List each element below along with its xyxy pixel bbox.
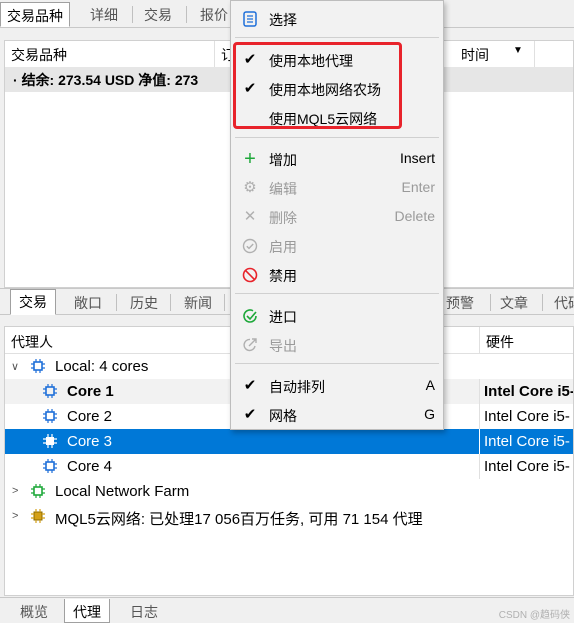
menu-item-label: 选择: [269, 12, 297, 28]
core-hardware: Intel Core i5-: [479, 429, 573, 454]
core-name: Core 2: [67, 408, 113, 425]
core-name: Core 3: [67, 433, 113, 450]
chevron-down-icon[interactable]: ∨: [11, 360, 19, 373]
menu-item-label: 禁用: [269, 268, 297, 284]
prohibited-icon: [242, 267, 258, 283]
cpu-chip-gold-icon: [31, 509, 45, 523]
tree-node-core-4[interactable]: Core 4 Intel Core i5-: [5, 454, 573, 479]
chevron-right-icon[interactable]: >: [12, 485, 18, 497]
menu-item-label: 自动排列: [269, 379, 325, 395]
bullet-icon: ·: [13, 72, 18, 88]
menu-item-label: 网格: [269, 408, 297, 424]
menu-divider: [235, 137, 439, 138]
menu-item-label: 增加: [269, 152, 297, 168]
tab-divider: [132, 6, 133, 23]
tab-trade[interactable]: 交易: [138, 2, 178, 27]
menu-item-shortcut: Delete: [394, 208, 435, 224]
checkmark-icon: ✔: [243, 377, 257, 394]
tree-node-cloud[interactable]: > MQL5云网络: 已处理17 056百万任务, 可用 71 154 代理: [5, 504, 573, 529]
tab-divider: [490, 294, 491, 311]
menu-item-edit[interactable]: ⚙ 编辑 Enter: [231, 174, 443, 201]
tab-quotes[interactable]: 报价: [194, 2, 234, 27]
menu-item-grid[interactable]: ✔ 网格 G: [231, 401, 443, 428]
menu-item-disable[interactable]: 禁用: [231, 261, 443, 288]
menu-item-shortcut: A: [425, 377, 435, 393]
column-header-time[interactable]: 时间 ▼: [455, 41, 535, 67]
plus-icon: +: [244, 148, 256, 170]
tab-symbols[interactable]: 交易品种: [0, 2, 70, 27]
core-name: Core 1: [67, 383, 114, 400]
tree-node-local-label: Local: 4 cores: [55, 358, 149, 375]
core-name: Core 4: [67, 458, 113, 475]
tab-details[interactable]: 详细: [84, 2, 124, 27]
column-header-time-label: 时间: [461, 47, 489, 63]
cpu-chip-icon: [43, 434, 57, 448]
menu-item-auto-arrange[interactable]: ✔ 自动排列 A: [231, 372, 443, 399]
cpu-chip-blue-icon: [43, 459, 57, 473]
menu-item-label: 编辑: [269, 181, 297, 197]
balance-text: 结余: 273.54 USD 净值: 273: [21, 72, 199, 88]
tab-news[interactable]: 新闻: [176, 291, 220, 314]
chevron-right-icon[interactable]: >: [12, 510, 18, 522]
highlight-box: [233, 42, 402, 129]
cpu-chip-blue-icon: [43, 384, 57, 398]
core-hardware: Intel Core i5-: [479, 379, 573, 404]
cpu-chip-blue-icon: [31, 359, 45, 373]
tab-journal[interactable]: 日志: [122, 599, 166, 623]
menu-item-label: 删除: [269, 210, 297, 226]
tab-agents[interactable]: 代理: [64, 599, 110, 623]
menu-item-shortcut: Enter: [401, 179, 435, 195]
cpu-chip-green-icon: [31, 484, 45, 498]
menu-divider: [235, 293, 439, 294]
watermark: CSDN @趋码侠: [498, 610, 570, 621]
tab-exposure[interactable]: 敞口: [66, 291, 110, 314]
menu-item-select[interactable]: 选择: [231, 5, 443, 32]
menu-divider: [235, 37, 439, 38]
tab-divider: [186, 6, 187, 23]
tab-divider: [170, 294, 171, 311]
tab-overview[interactable]: 概览: [12, 599, 56, 623]
export-icon: [243, 338, 257, 352]
menu-divider: [235, 363, 439, 364]
check-circle-icon: [242, 238, 258, 254]
tree-node-core-3[interactable]: Core 3 Intel Core i5-: [5, 429, 573, 454]
tab-code[interactable]: 代码: [546, 291, 574, 314]
tree-node-cloud-label: MQL5云网络: 已处理17 056百万任务, 可用 71 154 代理: [55, 511, 423, 528]
sort-down-icon: ▼: [513, 45, 523, 56]
menu-item-enable[interactable]: 启用: [231, 232, 443, 259]
menu-item-label: 启用: [269, 239, 297, 255]
column-header-order[interactable]: 订: [215, 41, 235, 67]
gear-icon: ⚙: [243, 179, 257, 196]
checkmark-icon: ✔: [243, 406, 257, 423]
tab-articles[interactable]: 文章: [492, 291, 536, 314]
column-header-symbol[interactable]: 交易品种: [5, 41, 215, 67]
list-select-icon: [243, 11, 257, 27]
tab-alerts[interactable]: 预警: [438, 291, 482, 314]
tab-trade[interactable]: 交易: [10, 289, 56, 315]
tab-divider: [116, 294, 117, 311]
import-icon: [243, 309, 257, 323]
column-header-hardware[interactable]: 硬件: [479, 327, 573, 354]
menu-item-shortcut: Insert: [399, 150, 435, 166]
menu-item-export[interactable]: 导出: [231, 331, 443, 358]
core-hardware: Intel Core i5-: [479, 404, 573, 429]
close-icon: ✕: [243, 208, 257, 225]
tab-divider: [224, 294, 225, 311]
tab-divider: [542, 294, 543, 311]
core-hardware: Intel Core i5-: [479, 454, 573, 479]
bottom-tab-bar: 概览 代理 日志: [0, 597, 574, 623]
tree-node-local-farm[interactable]: > Local Network Farm: [5, 479, 573, 504]
menu-item-label: 导出: [269, 338, 297, 354]
menu-item-label: 进口: [269, 309, 297, 325]
tree-node-farm-label: Local Network Farm: [55, 483, 190, 500]
menu-item-add[interactable]: + 增加 Insert: [231, 145, 443, 172]
menu-item-shortcut: G: [424, 406, 435, 422]
cpu-chip-blue-icon: [43, 409, 57, 423]
menu-item-import[interactable]: 进口: [231, 302, 443, 329]
tab-history[interactable]: 历史: [122, 291, 166, 314]
menu-item-delete[interactable]: ✕ 删除 Delete: [231, 203, 443, 230]
